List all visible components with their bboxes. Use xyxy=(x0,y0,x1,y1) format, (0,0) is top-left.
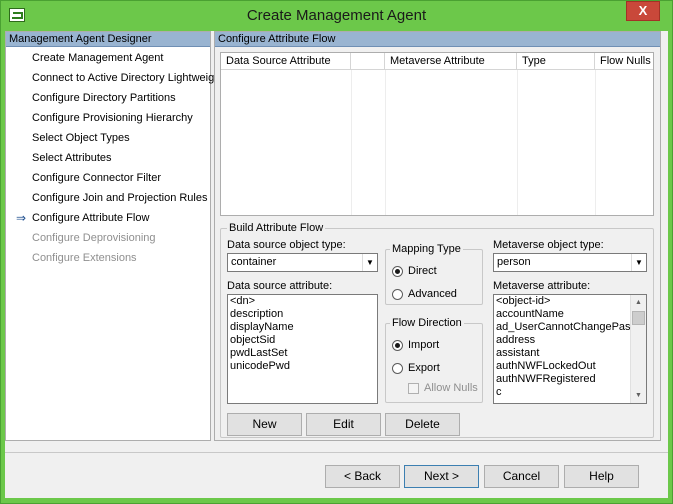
build-attribute-flow-title: Build Attribute Flow xyxy=(227,222,326,234)
ds-attribute-label: Data source attribute: xyxy=(227,280,333,292)
grid-divider xyxy=(517,70,518,215)
nav-item-select-attributes[interactable]: Select Attributes xyxy=(32,152,112,164)
cancel-button[interactable]: Cancel xyxy=(484,465,559,488)
back-button[interactable]: < Back xyxy=(325,465,400,488)
list-item[interactable]: accountName xyxy=(494,308,646,321)
current-step-arrow-icon: ⇒ xyxy=(16,211,27,225)
list-item[interactable]: address xyxy=(494,334,646,347)
list-item[interactable]: authNWFRegistered xyxy=(494,373,646,386)
nav-item-deprovisioning: Configure Deprovisioning xyxy=(32,232,156,244)
list-item[interactable]: pwdLastSet xyxy=(228,347,377,360)
new-button[interactable]: New xyxy=(227,413,302,436)
delete-button[interactable]: Delete xyxy=(385,413,460,436)
build-attribute-flow-group: Build Attribute Flow Data source object … xyxy=(220,222,654,438)
allow-nulls-label: Allow Nulls xyxy=(424,382,478,394)
nav-item-connector-filter[interactable]: Configure Connector Filter xyxy=(32,172,161,184)
grid-divider xyxy=(595,70,596,215)
list-item[interactable]: objectSid xyxy=(228,334,377,347)
edit-button[interactable]: Edit xyxy=(306,413,381,436)
mv-object-type-value: person xyxy=(497,256,531,268)
export-label[interactable]: Export xyxy=(408,362,440,374)
flow-direction-group: Flow Direction Import Export Allow Nulls xyxy=(385,317,483,403)
grid-divider xyxy=(385,70,386,215)
chevron-down-icon[interactable]: ▼ xyxy=(631,254,646,271)
mv-object-type-select[interactable]: person ▼ xyxy=(493,253,647,272)
mv-attribute-list[interactable]: <object-id> accountName ad_UserCannotCha… xyxy=(493,294,647,404)
import-radio[interactable] xyxy=(392,340,403,351)
close-button[interactable]: X xyxy=(626,1,660,21)
mv-attribute-label: Metaverse attribute: xyxy=(493,280,591,292)
flow-direction-title: Flow Direction xyxy=(390,317,464,329)
nav-item-attribute-flow[interactable]: Configure Attribute Flow xyxy=(32,212,149,224)
title-bar: Create Management Agent X xyxy=(1,1,672,31)
advanced-label[interactable]: Advanced xyxy=(408,288,457,300)
grid-col-metaverse-attribute[interactable]: Metaverse Attribute xyxy=(385,53,517,70)
list-item[interactable]: <dn> xyxy=(228,295,377,308)
mapping-type-group: Mapping Type Direct Advanced xyxy=(385,243,483,305)
grid-col-arrow[interactable] xyxy=(351,53,385,70)
grid-col-flow-nulls[interactable]: Flow Nulls xyxy=(595,53,653,70)
grid-divider xyxy=(351,70,352,215)
nav-item-provisioning-hierarchy[interactable]: Configure Provisioning Hierarchy xyxy=(32,112,193,124)
nav-item-directory-partitions[interactable]: Configure Directory Partitions xyxy=(32,92,176,104)
list-item[interactable]: <object-id> xyxy=(494,295,646,308)
nav-item-select-object-types[interactable]: Select Object Types xyxy=(32,132,130,144)
direct-radio[interactable] xyxy=(392,266,403,277)
next-button[interactable]: Next > xyxy=(404,465,479,488)
nav-item-create-management-agent[interactable]: Create Management Agent xyxy=(32,52,163,64)
allow-nulls-checkbox xyxy=(408,383,419,394)
nav-item-extensions: Configure Extensions xyxy=(32,252,137,264)
list-item[interactable]: unicodePwd xyxy=(228,360,377,373)
grid-header-row: Data Source Attribute Metaverse Attribut… xyxy=(221,53,653,70)
attribute-flow-grid[interactable]: Data Source Attribute Metaverse Attribut… xyxy=(220,52,654,216)
list-item[interactable]: description xyxy=(228,308,377,321)
list-item[interactable]: c xyxy=(494,386,646,399)
list-item[interactable]: assistant xyxy=(494,347,646,360)
dialog-client-area: Management Agent Designer Create Managem… xyxy=(5,31,668,498)
ds-attribute-list[interactable]: <dn> description displayName objectSid p… xyxy=(227,294,378,404)
scroll-thumb[interactable] xyxy=(632,311,645,325)
advanced-radio[interactable] xyxy=(392,289,403,300)
footer-divider xyxy=(5,452,668,453)
grid-col-type[interactable]: Type xyxy=(517,53,595,70)
ds-object-type-label: Data source object type: xyxy=(227,239,346,251)
list-item[interactable]: authNWFLockedOut xyxy=(494,360,646,373)
grid-col-data-source-attribute[interactable]: Data Source Attribute xyxy=(221,53,351,70)
export-radio[interactable] xyxy=(392,363,403,374)
nav-item-connect-to-ad-lds[interactable]: Connect to Active Directory Lightweig xyxy=(32,72,214,84)
window-title: Create Management Agent xyxy=(246,7,427,24)
content-panel-header: Configure Attribute Flow xyxy=(215,32,660,47)
import-label[interactable]: Import xyxy=(408,339,439,351)
ds-object-type-value: container xyxy=(231,256,277,268)
nav-panel-header: Management Agent Designer xyxy=(6,32,210,47)
attribute-flow-panel: Configure Attribute Flow Data Source Att… xyxy=(214,31,661,441)
designer-nav-panel: Management Agent Designer Create Managem… xyxy=(5,31,214,441)
direct-label[interactable]: Direct xyxy=(408,265,437,277)
list-item[interactable]: ad_UserCannotChangePass xyxy=(494,321,646,334)
chevron-down-icon[interactable]: ▼ xyxy=(362,254,377,271)
ds-object-type-select[interactable]: container ▼ xyxy=(227,253,378,272)
mapping-type-title: Mapping Type xyxy=(390,243,463,255)
scroll-down-icon[interactable]: ▼ xyxy=(631,388,646,403)
help-button[interactable]: Help xyxy=(564,465,639,488)
list-item[interactable]: displayName xyxy=(228,321,377,334)
app-window: Create Management Agent X Management Age… xyxy=(0,0,673,504)
nav-item-join-projection-rules[interactable]: Configure Join and Projection Rules xyxy=(32,192,208,204)
scroll-up-icon[interactable]: ▲ xyxy=(631,295,646,310)
mv-attribute-scrollbar[interactable]: ▲ ▼ xyxy=(630,295,646,403)
mv-object-type-label: Metaverse object type: xyxy=(493,239,604,251)
